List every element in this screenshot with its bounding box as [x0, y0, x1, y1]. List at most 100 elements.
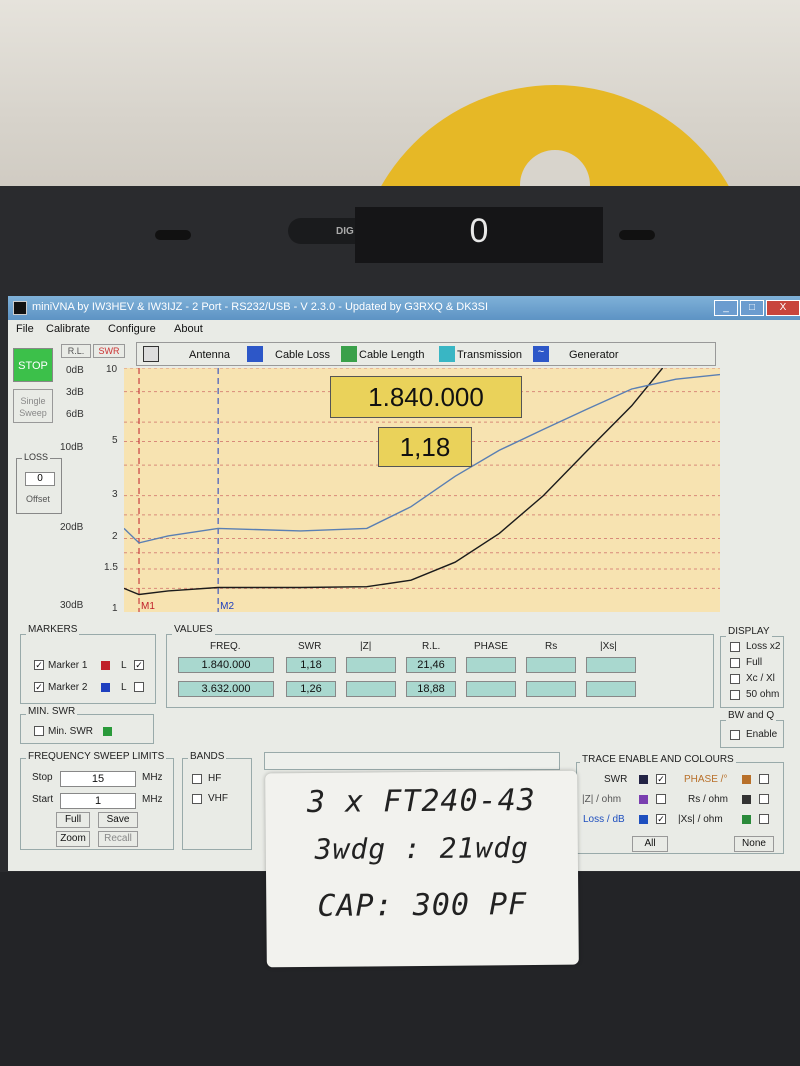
swr-scale-1-5: 1.5 — [104, 562, 118, 573]
trace-phase-checkbox[interactable] — [759, 774, 769, 784]
marker2-l-label: L — [121, 682, 127, 693]
menu-file[interactable]: File — [16, 323, 34, 335]
loss-x2-checkbox[interactable] — [730, 642, 740, 652]
mode-cable-loss[interactable]: Cable Loss — [275, 346, 330, 364]
rl-scale-10: 10dB — [60, 442, 84, 453]
min-swr-label: Min. SWR — [48, 726, 93, 737]
mode-transmission[interactable]: Transmission — [457, 346, 522, 364]
trace-none-button[interactable]: None — [734, 836, 774, 852]
vhf-checkbox[interactable] — [192, 794, 202, 804]
marker-label-1: M1 — [141, 601, 155, 612]
title-bar: miniVNA by IW3HEV & IW3IJZ - 2 Port - RS… — [8, 296, 800, 320]
loss-input[interactable]: 0 — [25, 472, 55, 486]
m1-freq: 1.840.000 — [178, 657, 274, 673]
header-swr: SWR — [298, 641, 322, 652]
hf-label: HF — [208, 773, 222, 784]
trace-xs-color[interactable] — [742, 815, 751, 824]
menu-configure[interactable]: Configure — [108, 323, 156, 335]
trace-all-button[interactable]: All — [632, 836, 668, 852]
rl-scale-30: 30dB — [60, 600, 84, 611]
display-title: DISPLAY — [726, 626, 772, 637]
dig-label: DIG — [336, 226, 354, 237]
zoom-button[interactable]: Zoom — [56, 831, 90, 847]
trace-z-checkbox[interactable] — [656, 794, 666, 804]
m2-phase — [466, 681, 516, 697]
status-field — [264, 752, 560, 770]
m2-z — [346, 681, 396, 697]
trace-loss-checkbox[interactable]: ✓ — [656, 814, 666, 824]
header-rl: R.L. — [422, 641, 441, 652]
trace-swr-color[interactable] — [639, 775, 648, 784]
loss-group — [16, 458, 62, 514]
mode-antenna[interactable]: Antenna — [189, 346, 230, 364]
min-swr-color[interactable] — [103, 727, 112, 736]
single-sweep-button[interactable]: Single Sweep — [13, 389, 53, 423]
stop-frequency-input[interactable]: 15 — [60, 771, 136, 787]
values-title: VALUES — [172, 624, 215, 635]
bezel-slot-right — [619, 230, 655, 240]
offset-label: Offset — [26, 494, 50, 504]
marker2-checkbox[interactable]: ✓ — [34, 682, 44, 692]
full-button[interactable]: Full — [56, 812, 90, 828]
start-label: Start — [32, 794, 54, 805]
m1-z — [346, 657, 396, 673]
ohm50-checkbox[interactable] — [730, 690, 740, 700]
rl-scale-6: 6dB — [66, 409, 84, 420]
swr-readout: 1,18 — [378, 427, 472, 467]
marker1-l-checkbox[interactable]: ✓ — [134, 660, 144, 670]
xc-xl-label: Xc / Xl — [746, 673, 775, 684]
marker2-color[interactable] — [101, 683, 110, 692]
start-frequency-input[interactable]: 1 — [60, 793, 136, 809]
menu-about[interactable]: About — [174, 323, 203, 335]
header-rs: Rs — [545, 641, 558, 652]
vhf-label: VHF — [208, 793, 228, 804]
m2-swr: 1,26 — [286, 681, 336, 697]
mode-cable-length[interactable]: Cable Length — [359, 346, 424, 364]
m1-xs — [586, 657, 636, 673]
trace-swr-checkbox[interactable]: ✓ — [656, 774, 666, 784]
trace-phase-color[interactable] — [742, 775, 751, 784]
swr-tab[interactable]: SWR — [93, 344, 125, 358]
recall-button[interactable]: Recall — [98, 831, 138, 847]
marker1-label: Marker 1 — [48, 660, 88, 671]
trace-swr-label: SWR — [604, 774, 628, 785]
marker-label-2: M2 — [220, 601, 234, 612]
xc-xl-checkbox[interactable] — [730, 674, 740, 684]
cable-length-icon — [341, 346, 357, 362]
bands-title: BANDS — [188, 751, 227, 762]
full-checkbox[interactable] — [730, 658, 740, 668]
close-button[interactable]: X — [766, 300, 800, 316]
mode-generator[interactable]: Generator — [569, 346, 619, 364]
min-swr-checkbox[interactable] — [34, 726, 44, 736]
bands-group — [182, 758, 252, 850]
marker2-label: Marker 2 — [48, 682, 88, 693]
minimize-button[interactable]: _ — [714, 300, 738, 316]
markers-title: MARKERS — [26, 624, 80, 635]
trace-loss-color[interactable] — [639, 815, 648, 824]
trace-xs-checkbox[interactable] — [759, 814, 769, 824]
stop-button[interactable]: STOP — [13, 348, 53, 382]
rl-tab[interactable]: R.L. — [61, 344, 91, 358]
save-button[interactable]: Save — [98, 812, 138, 828]
marker1-color[interactable] — [101, 661, 110, 670]
marker1-checkbox[interactable]: ✓ — [34, 660, 44, 670]
trace-rs-color[interactable] — [742, 795, 751, 804]
marker2-l-checkbox[interactable] — [134, 682, 144, 692]
m1-phase — [466, 657, 516, 673]
cable-loss-icon — [247, 346, 263, 362]
header-xs: |Xs| — [600, 641, 617, 652]
menu-calibrate[interactable]: Calibrate — [46, 323, 90, 335]
rl-scale-3: 3dB — [66, 387, 84, 398]
hf-checkbox[interactable] — [192, 774, 202, 784]
trace-z-color[interactable] — [639, 795, 648, 804]
rl-scale-0: 0dB — [66, 365, 84, 376]
note-line-3: CAP: 300 PF — [317, 887, 528, 924]
header-phase: PHASE — [474, 641, 508, 652]
maximize-button[interactable]: □ — [740, 300, 764, 316]
trace-rs-checkbox[interactable] — [759, 794, 769, 804]
bw-q-enable-checkbox[interactable] — [730, 730, 740, 740]
handwritten-note: 3 x FT240-43 3wdg : 21wdg CAP: 300 PF — [265, 770, 579, 968]
bw-q-title: BW and Q — [726, 710, 777, 721]
bezel-slot-left — [155, 230, 191, 240]
swr-scale-3: 3 — [112, 489, 118, 500]
